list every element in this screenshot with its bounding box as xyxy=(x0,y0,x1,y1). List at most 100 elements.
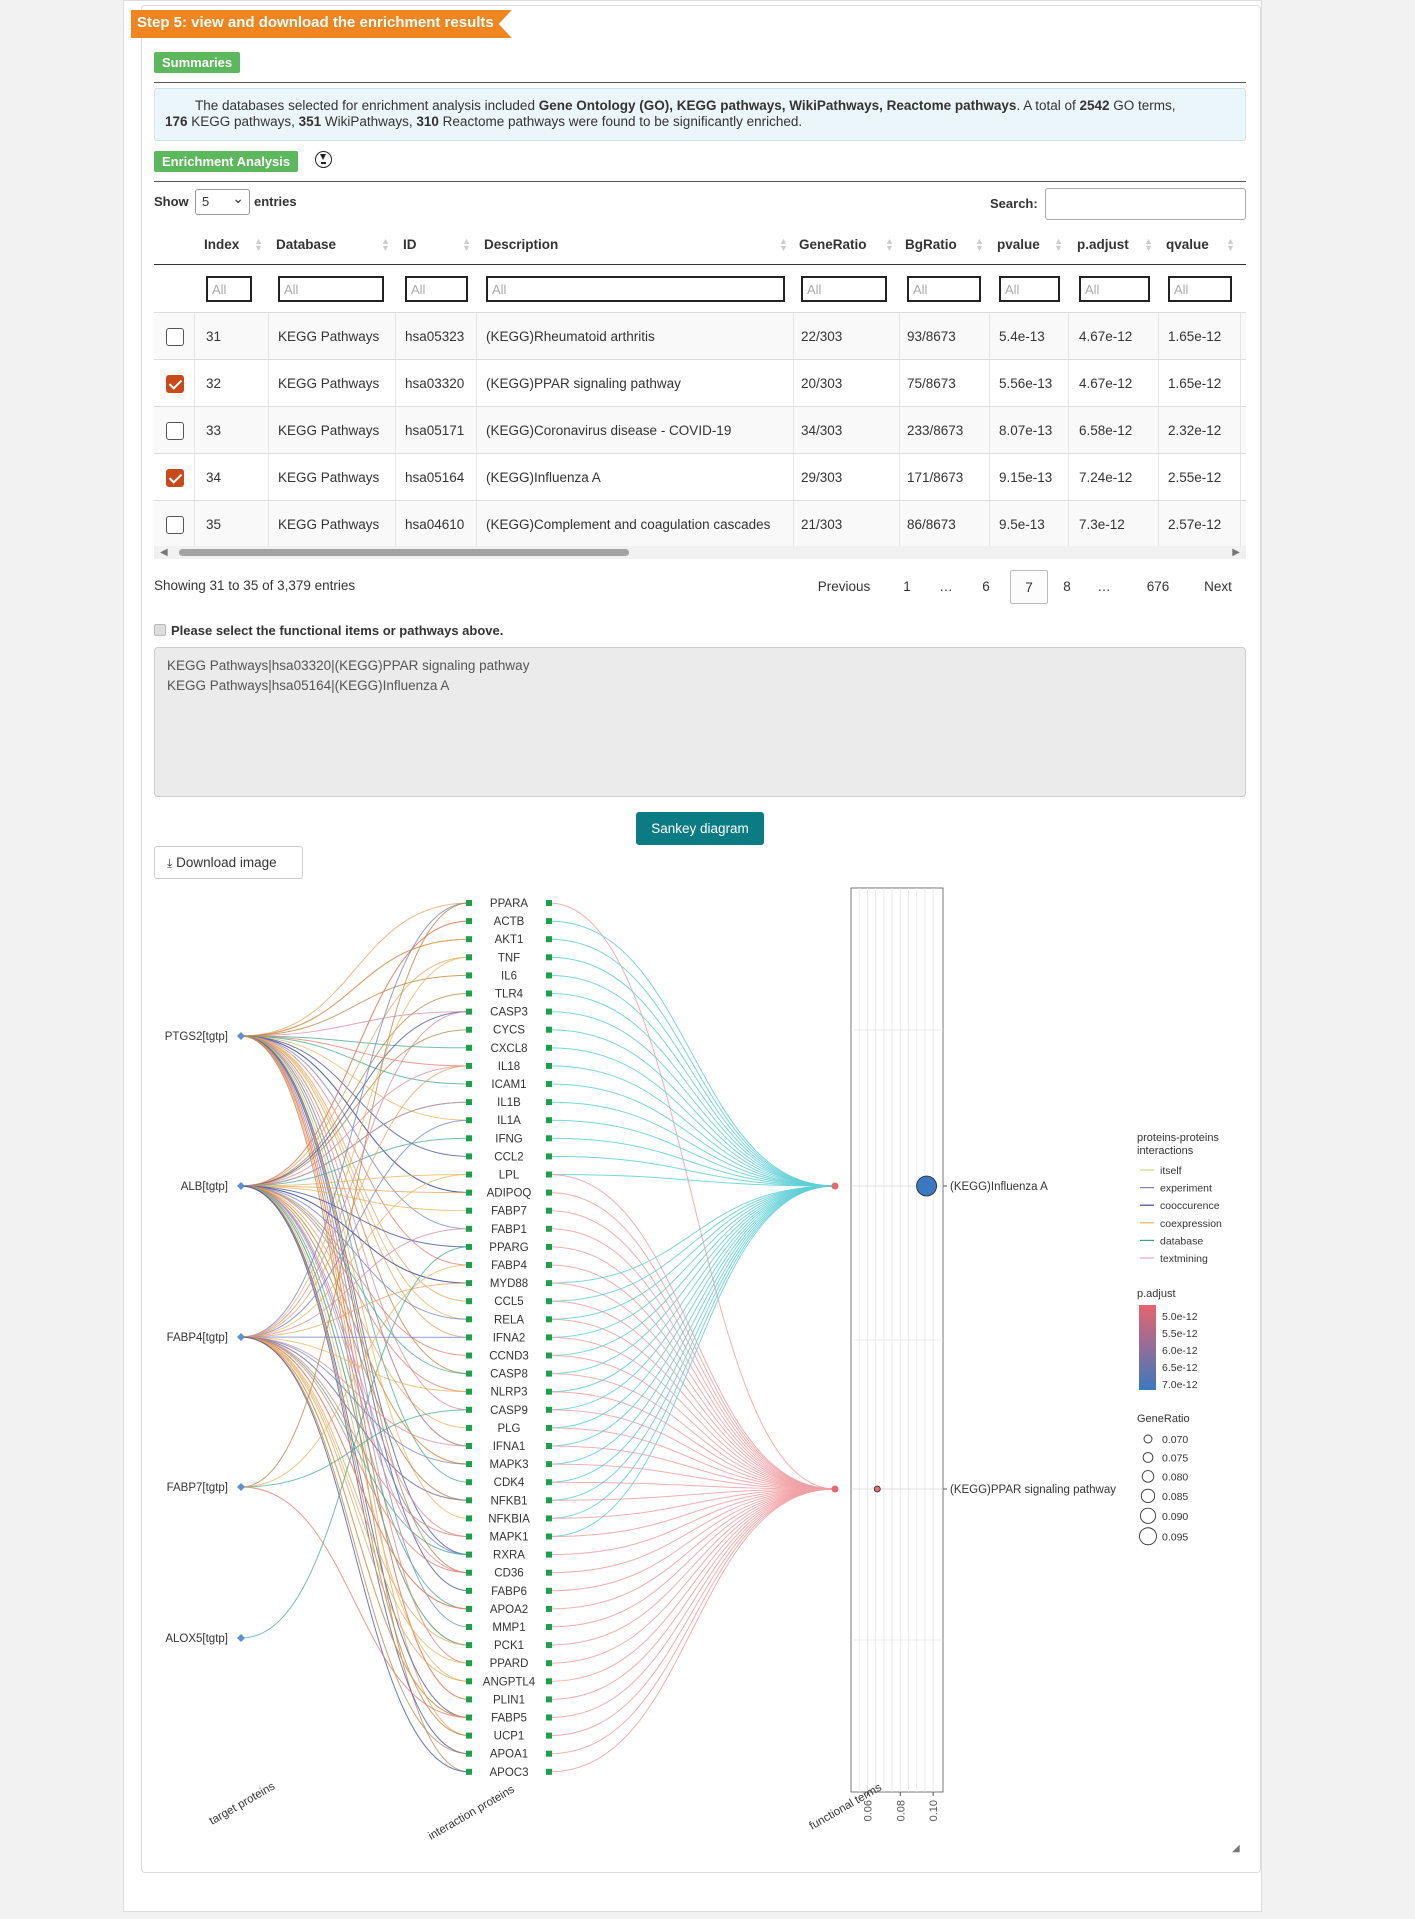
interaction-protein-node-left xyxy=(466,1388,472,1395)
column-filter-input[interactable]: All xyxy=(405,276,468,302)
cell-divider xyxy=(476,313,477,360)
interaction-protein-node-right xyxy=(546,1768,552,1775)
generatio-legend-label: 0.080 xyxy=(1162,1471,1188,1483)
row-checkbox[interactable] xyxy=(166,375,184,393)
cell-divider xyxy=(899,360,900,407)
functional-term-label: (KEGG)PPAR signaling pathway xyxy=(950,1484,1116,1496)
cell-divider xyxy=(1240,454,1241,501)
table-cell: 8.07e-13 xyxy=(999,423,1053,438)
interaction-protein-node-left xyxy=(466,1533,472,1540)
summary-wiki-count: 351 xyxy=(298,114,322,129)
page-length-select[interactable]: 5 xyxy=(195,189,250,215)
column-header[interactable]: p.adjust xyxy=(1077,228,1169,266)
column-header[interactable]: ID xyxy=(403,228,485,266)
sort-icon[interactable]: ▲ ▼ xyxy=(975,237,984,253)
padjust-colorbar xyxy=(1139,1305,1156,1390)
column-filter-input[interactable]: All xyxy=(801,276,887,302)
functional-term-node xyxy=(831,1485,839,1493)
sort-icon[interactable]: ▲ ▼ xyxy=(1144,237,1153,253)
column-header-label: Database xyxy=(276,237,337,252)
table-cell: 93/8673 xyxy=(907,329,956,344)
interaction-protein-node-right xyxy=(546,1461,552,1468)
table-row[interactable]: 34 KEGG Pathways hsa05164 (KEGG)Influenza A… xyxy=(154,453,1246,501)
sort-icon[interactable]: ▲ ▼ xyxy=(381,237,390,253)
page-button[interactable]: 1 xyxy=(895,570,919,604)
padjust-legend-label: 7.0e-12 xyxy=(1162,1379,1198,1391)
interaction-protein-label: NFKB1 xyxy=(490,1495,527,1507)
column-filter-input[interactable]: All xyxy=(999,276,1060,302)
ppi-link xyxy=(240,1336,470,1447)
interaction-protein-node-left xyxy=(466,1334,472,1341)
download-circle-icon[interactable] xyxy=(315,151,332,168)
interaction-protein-label: APOA2 xyxy=(490,1604,528,1616)
column-filter-input[interactable]: All xyxy=(907,276,981,302)
cell-divider xyxy=(793,501,794,548)
column-header[interactable]: Database xyxy=(276,228,398,266)
x-tick-label: 0.08 xyxy=(895,1800,907,1821)
interaction-protein-label: IL1B xyxy=(497,1097,521,1109)
ppi-legend-label: textmining xyxy=(1160,1253,1208,1265)
table-row[interactable]: 35 KEGG Pathways hsa04610 (KEGG)Complement … xyxy=(154,500,1246,548)
column-header[interactable]: pvalue xyxy=(997,228,1079,266)
interaction-protein-node-left xyxy=(466,1443,472,1449)
interaction-protein-node-right xyxy=(546,1062,552,1069)
interaction-protein-node-right xyxy=(546,1225,552,1232)
target-protein-node xyxy=(237,1182,245,1190)
interaction-protein-node-left xyxy=(466,1171,472,1178)
column-axis-label: target proteins xyxy=(208,1780,278,1827)
scroll-left-arrow-icon[interactable]: ◀ xyxy=(160,547,168,558)
interaction-protein-label: NFKBIA xyxy=(488,1513,530,1525)
table-row[interactable]: 32 KEGG Pathways hsa03320 (KEGG)PPAR signal… xyxy=(154,359,1246,407)
scroll-right-arrow-icon[interactable]: ▶ xyxy=(1232,547,1240,558)
cell-divider xyxy=(476,360,477,407)
ppi-link xyxy=(240,1409,470,1488)
sort-icon[interactable]: ▲ ▼ xyxy=(779,237,788,253)
previous-page-button[interactable]: Previous xyxy=(806,570,882,604)
interaction-protein-node-left xyxy=(466,1714,472,1721)
sort-icon[interactable]: ▲ ▼ xyxy=(885,237,894,253)
summary-go-count: 2542 xyxy=(1079,98,1110,113)
term-link xyxy=(548,1488,836,1628)
sort-icon[interactable]: ▲ ▼ xyxy=(1226,237,1235,253)
interaction-protein-label: PPARA xyxy=(490,898,528,910)
row-checkbox[interactable] xyxy=(166,422,184,440)
interaction-protein-node-left xyxy=(466,1624,472,1630)
summary-text-1: The databases selected for enrichment an… xyxy=(195,98,539,113)
column-filter-input[interactable]: All xyxy=(1079,276,1150,302)
horizontal-scrollbar[interactable]: ◀ ▶ xyxy=(154,546,1246,559)
selected-items-textarea[interactable]: KEGG Pathways|hsa03320|(KEGG)PPAR signal… xyxy=(154,647,1246,797)
scrollbar-thumb[interactable] xyxy=(179,549,629,556)
row-checkbox[interactable] xyxy=(166,516,184,534)
interaction-protein-node-left xyxy=(466,1479,472,1486)
interaction-protein-label: CDK4 xyxy=(494,1477,525,1489)
column-filter-input[interactable]: All xyxy=(1168,276,1232,302)
column-filter-input[interactable]: All xyxy=(206,276,252,302)
cell-divider xyxy=(1240,313,1241,360)
page-button[interactable]: 7 xyxy=(1010,570,1048,604)
page-button[interactable]: 676 xyxy=(1133,570,1183,604)
interaction-protein-node-right xyxy=(546,1515,552,1522)
sort-icon[interactable]: ▲ ▼ xyxy=(462,237,471,253)
sankey-diagram-button[interactable]: Sankey diagram xyxy=(636,812,764,845)
table-cell: 31 xyxy=(206,329,222,344)
column-header[interactable]: Description xyxy=(484,228,796,266)
page-button[interactable]: 8 xyxy=(1053,570,1081,604)
next-page-button[interactable]: Next xyxy=(1192,570,1244,604)
interaction-protein-node-right xyxy=(546,1189,552,1196)
term-link xyxy=(548,1246,836,1490)
sort-icon[interactable]: ▲ ▼ xyxy=(254,237,263,253)
resize-handle-icon[interactable]: ◢ xyxy=(1232,1843,1240,1854)
interaction-protein-node-left xyxy=(466,1768,472,1775)
row-checkbox[interactable] xyxy=(166,328,184,346)
generatio-legend-key xyxy=(1142,1452,1154,1463)
row-checkbox[interactable] xyxy=(166,469,184,487)
interaction-protein-node-right xyxy=(546,1044,552,1051)
table-row[interactable]: 33 KEGG Pathways hsa05171 (KEGG)Coronavirus… xyxy=(154,406,1246,454)
download-image-button[interactable]: ⤓ Download image xyxy=(154,846,303,879)
sort-icon[interactable]: ▲ ▼ xyxy=(1054,237,1063,253)
page-button[interactable]: 6 xyxy=(972,570,1000,604)
column-filter-input[interactable]: All xyxy=(486,276,785,302)
table-row[interactable]: 31 KEGG Pathways hsa05323 (KEGG)Rheumatoid … xyxy=(154,312,1246,360)
column-filter-input[interactable]: All xyxy=(278,276,384,302)
search-input[interactable] xyxy=(1045,188,1246,220)
